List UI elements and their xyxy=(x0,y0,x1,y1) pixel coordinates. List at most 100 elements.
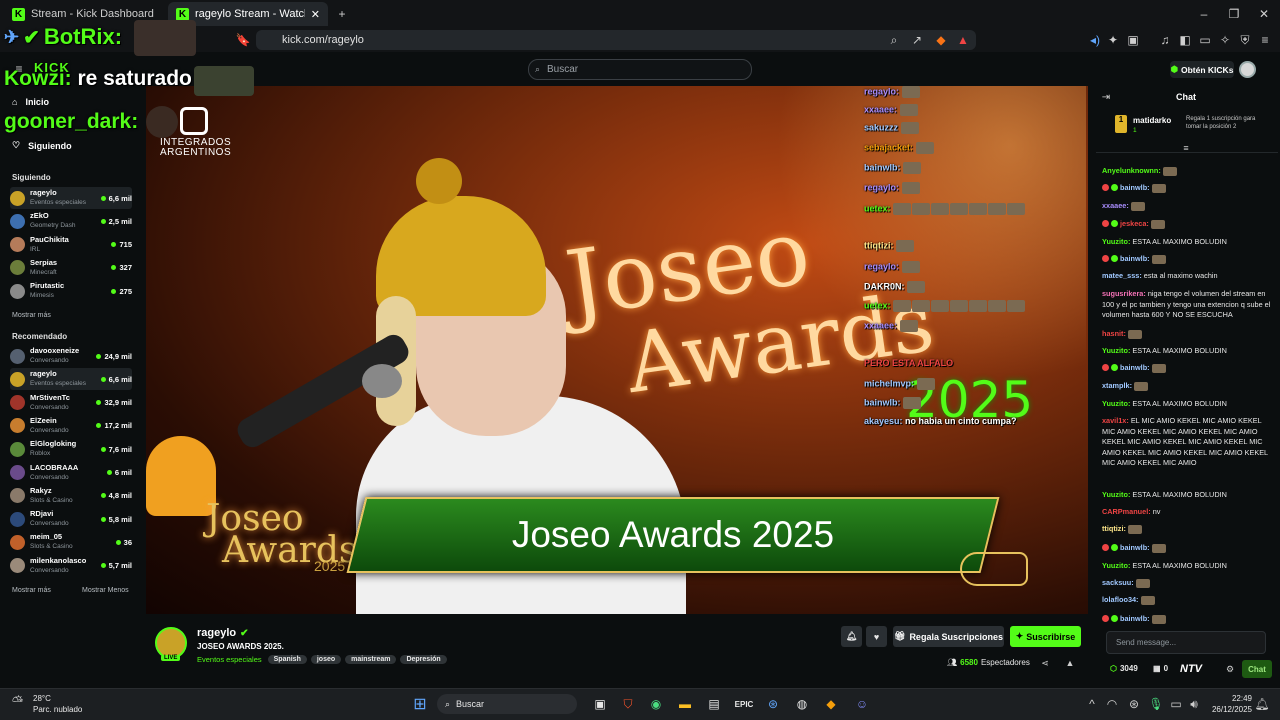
chat-username[interactable]: ttiqtizi: xyxy=(1102,524,1126,533)
brave-shield-icon[interactable]: ◆ xyxy=(934,33,948,47)
sidebar-channel[interactable]: LACOBRAAA Conversando 6 mil xyxy=(10,462,132,484)
nav-following[interactable]: ♡ Siguiendo xyxy=(12,140,72,151)
sidebar-channel[interactable]: PauChikita IRL 715 xyxy=(10,234,132,256)
chat-input[interactable]: Send message... xyxy=(1106,631,1266,654)
tag[interactable]: Depresión xyxy=(400,655,447,664)
bookmark-icon[interactable]: 🔖 xyxy=(236,32,251,48)
chat-username[interactable]: bainwlb: xyxy=(1120,614,1150,623)
screenshot-icon[interactable]: ▣ xyxy=(1126,33,1140,47)
notifications-icon[interactable]: 🔔︎ xyxy=(1254,697,1269,711)
task-view-icon[interactable]: ▣ xyxy=(588,692,612,716)
store-app-icon[interactable]: ▤ xyxy=(702,692,726,716)
sidebar-toggle-icon[interactable]: ◧ xyxy=(1178,33,1192,47)
chat-send-button[interactable]: Chat xyxy=(1242,660,1272,678)
chat-username[interactable]: bainwlb: xyxy=(1120,254,1150,263)
sidebar-channel[interactable]: zEkO Geometry Dash 2,5 mil xyxy=(10,210,132,232)
chrome-app-icon[interactable]: ◉ xyxy=(644,692,668,716)
chat-username[interactable]: Yuuzito: xyxy=(1102,346,1130,355)
windows-start-icon[interactable]: ⊞ xyxy=(408,692,432,716)
discord-app-icon[interactable]: ☺ xyxy=(850,692,874,716)
chat-username[interactable]: Anyelunknownn: xyxy=(1102,166,1161,175)
weather-widget[interactable]: 28°C Parc. nublado xyxy=(33,693,82,715)
sidebar-channel[interactable]: meim_05 Slots & Casino 36 xyxy=(10,531,132,553)
sidebar-channel[interactable]: Serpias Minecraft 327 xyxy=(10,257,132,279)
subscribe-button[interactable]: ✦ Suscribirse xyxy=(1010,626,1081,647)
clock[interactable]: 22:49 26/12/2025 xyxy=(1210,693,1252,715)
chat-username[interactable]: Yuuzito: xyxy=(1102,561,1130,570)
sidebar-channel[interactable]: RDjavi Conversando 5,8 mil xyxy=(10,508,132,530)
sidebar-channel[interactable]: Pirutastic Mimesis 275 xyxy=(10,280,132,302)
stream-category[interactable]: Eventos especiales xyxy=(197,655,262,664)
network-icon[interactable]: ▭ xyxy=(1170,697,1182,711)
tag[interactable]: mainstream xyxy=(345,655,397,664)
chat-username[interactable]: bainwlb: xyxy=(1120,363,1150,372)
vpn-icon[interactable]: ⛨ xyxy=(1238,33,1252,47)
volume-icon[interactable]: 🔊︎ xyxy=(1188,697,1200,711)
tag[interactable]: joseo xyxy=(310,655,342,664)
tray-headphones-icon[interactable]: ◠ xyxy=(1106,697,1118,711)
sidebar-channel[interactable]: rageylo Eventos especiales 6,6 mil xyxy=(10,368,132,391)
ntv-logo[interactable]: NTV xyxy=(1180,663,1202,675)
user-avatar[interactable] xyxy=(1239,61,1256,78)
nav-home[interactable]: ⌂ Inicio xyxy=(12,97,49,107)
brave-rewards-icon[interactable]: ▲ xyxy=(956,33,970,47)
sidebar-channel[interactable]: MrStivenTc Conversando 32,9 mil xyxy=(10,392,132,414)
gift-counter[interactable]: ▦ 0 xyxy=(1153,664,1168,673)
follow-button[interactable]: ♥ xyxy=(866,626,887,647)
brave-app-icon[interactable]: ⛉ xyxy=(616,692,640,716)
close-window-icon[interactable]: ✕ xyxy=(1256,6,1272,22)
get-kicks-button[interactable]: ⬢ Obtén KICKs xyxy=(1170,61,1234,78)
maximize-icon[interactable]: ❐ xyxy=(1226,6,1242,22)
chat-username[interactable]: bainwlb: xyxy=(1120,183,1150,192)
taskbar-search[interactable]: ⌕ Buscar xyxy=(437,694,577,714)
chat-username[interactable]: sugusrikera: xyxy=(1102,289,1146,298)
sidebar-channel[interactable]: Rakyz Slots & Casino 4,8 mil xyxy=(10,485,132,507)
sidebar-channel[interactable]: milenkanolasco Conversando 5,7 mil xyxy=(10,555,132,577)
channel-points[interactable]: ⬡ 3049 xyxy=(1110,664,1138,673)
chat-username[interactable]: Yuuzito: xyxy=(1102,237,1130,246)
explorer-app-icon[interactable]: ▬ xyxy=(673,692,697,716)
menu-icon[interactable]: ≡ xyxy=(1258,33,1272,47)
extensions-icon[interactable]: ✦ xyxy=(1106,33,1120,47)
chat-username[interactable]: Yuuzito: xyxy=(1102,490,1130,499)
close-tab-icon[interactable]: ✕ xyxy=(311,8,320,21)
share-icon[interactable]: ↗ xyxy=(910,33,924,47)
tag[interactable]: Spanish xyxy=(267,655,307,664)
chat-username[interactable]: sacksuu: xyxy=(1102,578,1134,587)
channel-name-row[interactable]: rageylo ✔ xyxy=(197,627,249,639)
tray-mic-icon[interactable]: 🎙︎ xyxy=(1148,697,1163,711)
share-icon[interactable]: ⋖ xyxy=(1039,657,1051,669)
show-less-recommended[interactable]: Mostrar Menos xyxy=(82,587,129,594)
app-icon[interactable]: ◆ xyxy=(819,692,843,716)
sidebar-channel[interactable]: ElGlogloking Roblox 7,6 mil xyxy=(10,438,132,460)
gift-subs-button[interactable]: 🎁︎ Regala Suscripciones xyxy=(893,626,1004,647)
report-icon[interactable]: ▲ xyxy=(1064,657,1076,669)
chat-username[interactable]: matee_sss: xyxy=(1102,271,1142,280)
sidebar-channel[interactable]: ElZeein Conversando 17,2 mil xyxy=(10,415,132,437)
chat-username[interactable]: xavil1x: xyxy=(1102,416,1129,425)
notify-button[interactable]: 🔔︎ xyxy=(841,626,862,647)
sidebar-channel[interactable]: rageylo Eventos especiales 6,6 mil xyxy=(10,187,132,209)
chat-username[interactable]: xxaaee: xyxy=(1102,201,1129,210)
media-icon[interactable]: ♫ xyxy=(1158,33,1172,47)
collapse-chat-icon[interactable]: ⇥ xyxy=(1100,91,1112,103)
settings-gear-icon[interactable]: ⚙ xyxy=(1224,663,1236,675)
search-input[interactable]: Buscar xyxy=(528,59,752,80)
chat-username[interactable]: hasnit: xyxy=(1102,329,1126,338)
obs-app-icon[interactable]: ◍ xyxy=(790,692,814,716)
chat-username[interactable]: CARPmanuel: xyxy=(1102,507,1151,516)
wallet-icon[interactable]: ▭ xyxy=(1198,33,1212,47)
sidebar-channel[interactable]: davooxeneize Conversando 24,9 mil xyxy=(10,345,132,367)
epic-games-icon[interactable]: EPIC xyxy=(732,692,756,716)
chat-username[interactable]: bainwlb: xyxy=(1120,543,1150,552)
minimize-icon[interactable]: – xyxy=(1196,6,1212,22)
audio-icon[interactable]: ◂) xyxy=(1088,33,1102,47)
steam-app-icon[interactable]: ⊛ xyxy=(761,692,785,716)
tray-steam-icon[interactable]: ⊛ xyxy=(1128,697,1140,711)
chat-username[interactable]: Yuuzito: xyxy=(1102,399,1130,408)
new-tab-icon[interactable]: + xyxy=(334,6,350,22)
tray-arrow-icon[interactable]: ^ xyxy=(1086,697,1098,711)
show-more-recommended[interactable]: Mostrar más xyxy=(12,587,51,594)
address-bar[interactable]: kick.com/rageylo xyxy=(256,30,976,50)
chat-username[interactable]: lolafloo34: xyxy=(1102,595,1139,604)
